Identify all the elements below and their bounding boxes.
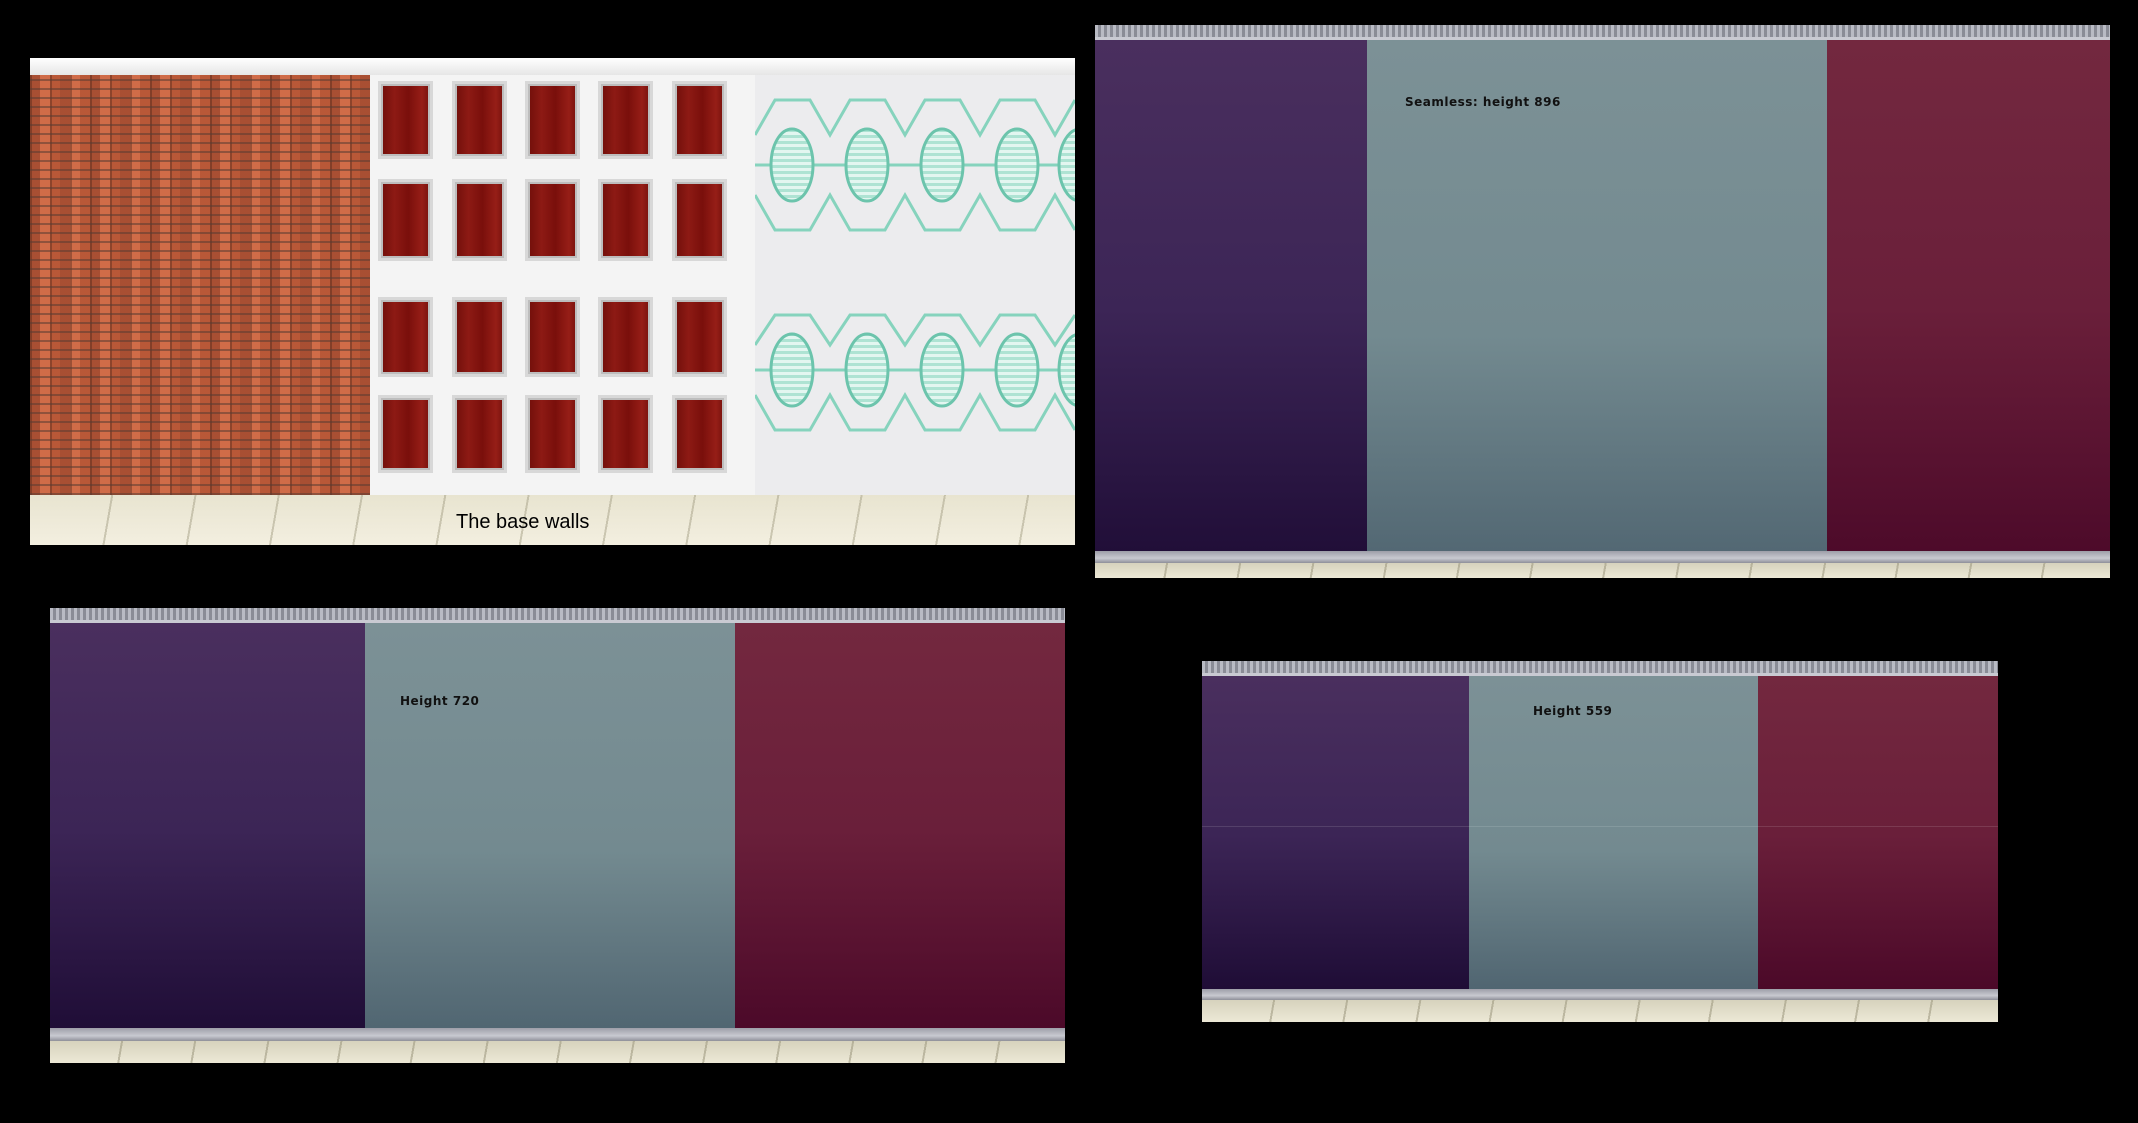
brick-wall xyxy=(30,75,370,495)
crown-rail xyxy=(50,608,1065,623)
height-559-panel: Height 559 xyxy=(1202,661,1998,1022)
seamless-height-896-panel: Seamless: height 896 xyxy=(1095,25,2110,578)
wood-panel xyxy=(525,395,580,473)
wood-panel xyxy=(378,297,433,377)
wood-panel xyxy=(598,81,653,159)
wood-panel xyxy=(598,297,653,377)
wood-panel xyxy=(525,179,580,261)
wood-panel xyxy=(452,297,507,377)
wine-wall xyxy=(1827,40,2110,577)
slate-wall xyxy=(365,623,735,1038)
purple-wall xyxy=(1095,40,1367,577)
lattice-wall xyxy=(753,75,1075,495)
height-label: Height 720 xyxy=(400,694,480,708)
height-720-panel: Height 720 xyxy=(50,608,1065,1063)
baseboard xyxy=(1202,989,1998,1000)
height-label: Seamless: height 896 xyxy=(1405,95,1561,109)
wood-panel xyxy=(452,179,507,261)
wood-panel xyxy=(672,297,727,377)
wood-panel xyxy=(378,81,433,159)
wine-wall xyxy=(1758,676,1998,994)
tile-floor xyxy=(1095,563,2110,578)
height-label: Height 559 xyxy=(1533,704,1613,718)
crown-rail xyxy=(1202,661,1998,676)
purple-wall xyxy=(50,623,365,1038)
lattice-pattern xyxy=(753,98,1075,432)
wood-panel xyxy=(525,297,580,377)
wood-panel xyxy=(452,395,507,473)
wood-panel xyxy=(378,395,433,473)
wood-panel xyxy=(598,395,653,473)
base-walls-caption: The base walls xyxy=(456,511,590,533)
wood-panel xyxy=(378,179,433,261)
texture-seam-line xyxy=(1202,826,1998,827)
slate-wall xyxy=(1367,40,1827,577)
purple-wall xyxy=(1202,676,1469,994)
wood-panel xyxy=(452,81,507,159)
wood-panel xyxy=(672,395,727,473)
tile-floor xyxy=(50,1041,1065,1063)
wood-panel xyxy=(672,179,727,261)
screenshot-canvas: The base walls Seamless: height 896 Heig… xyxy=(0,0,2138,1123)
baseboard xyxy=(50,1028,1065,1041)
wood-panel xyxy=(598,179,653,261)
wood-panel-wall xyxy=(370,75,755,495)
wood-panel xyxy=(672,81,727,159)
tile-floor xyxy=(1202,1000,1998,1022)
crown-rail xyxy=(1095,25,2110,40)
wine-wall xyxy=(735,623,1065,1038)
base-walls-panel: The base walls xyxy=(30,58,1075,545)
top-trim xyxy=(30,58,1075,75)
slate-wall xyxy=(1469,676,1758,994)
wood-panel xyxy=(525,81,580,159)
baseboard xyxy=(1095,551,2110,563)
